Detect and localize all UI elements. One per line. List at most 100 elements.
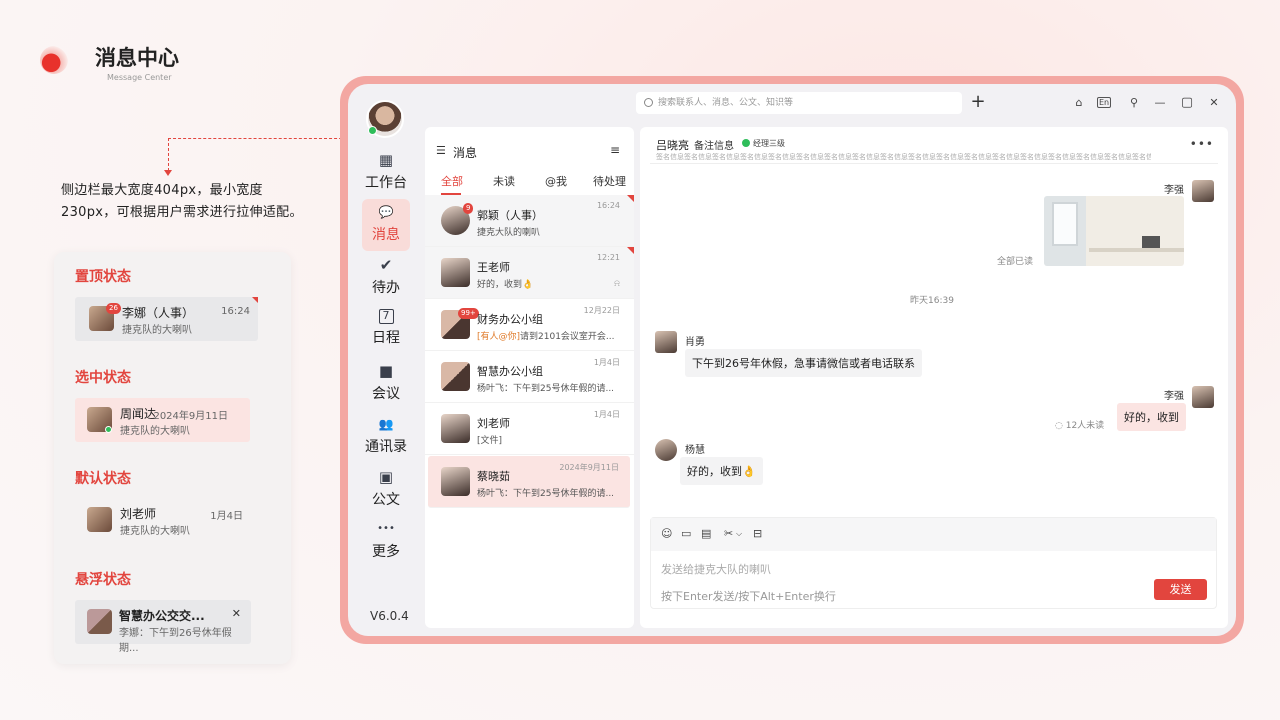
last-message: 捷克队的大喇叭 xyxy=(120,526,190,537)
minimize-icon[interactable]: — xyxy=(1151,94,1169,112)
list-item[interactable]: 99+ 财务办公小组 [有人@你]请到2101会议室开会... 12月22日 xyxy=(425,299,634,351)
search-placeholder: 搜索联系人、消息、公文、知识等 xyxy=(658,98,794,108)
state-item-selected[interactable]: 周闻达 捷克队的大喇叭 2024年9月11日 xyxy=(75,398,250,442)
video-icon: ■ xyxy=(378,362,394,380)
nav-messages[interactable]: 💬 消息 xyxy=(362,199,410,251)
list-item[interactable]: 9 郭颖（人事） 捷克大队的喇叭 16:24 xyxy=(425,195,634,247)
more-icon[interactable]: ••• xyxy=(1190,137,1214,151)
message-time: 16:24 xyxy=(596,201,620,210)
list-item[interactable]: 智慧办公小组 杨叶飞：下午到25号休年假的请... 1月4日 xyxy=(425,351,634,403)
list-item[interactable]: 王老师 好的，收到👌 12:21 ⍾ xyxy=(425,247,634,299)
last-message: [有人@你]请到2101会议室开会... xyxy=(477,329,615,342)
state-item-default[interactable]: 刘老师 捷克队的大喇叭 1月4日 xyxy=(75,498,250,542)
online-dot xyxy=(368,126,377,135)
conversation-list: ☰ 消息 ≡ 全部 未读 @我 待处理 9 郭颖（人事） 捷克大队的喇叭 16:… xyxy=(425,127,634,628)
message-time: 12月22日 xyxy=(583,306,620,315)
tab-all[interactable]: 全部 xyxy=(441,173,463,189)
list-title: 消息 xyxy=(453,146,478,160)
nav-label: 会议 xyxy=(372,386,400,402)
close-icon[interactable]: ✕ xyxy=(232,607,241,620)
chat-history-icon[interactable]: ▤ xyxy=(701,527,711,540)
emoji-icon[interactable]: ☺ xyxy=(661,527,672,540)
last-message: 杨叶飞：下午到25号休年假的请... xyxy=(477,384,615,394)
mute-icon: ⍾ xyxy=(614,279,620,289)
nav-more[interactable]: ••• 更多 xyxy=(362,516,410,568)
nav-label: 消息 xyxy=(372,227,400,243)
nav-label: 通讯录 xyxy=(365,439,407,455)
nav-todo[interactable]: ✔ 待办 xyxy=(362,252,410,304)
list-tabs: 全部 未读 @我 待处理 xyxy=(425,173,634,195)
scissors-icon[interactable]: ✂ xyxy=(724,527,733,540)
menu-icon[interactable]: ☰ xyxy=(436,144,446,157)
nav-workbench[interactable]: ▦ 工作台 xyxy=(362,147,410,199)
photo-window xyxy=(1052,202,1078,246)
chevron-down-icon[interactable]: ⌵ xyxy=(736,529,742,539)
message-text: 请到2101会议室开会... xyxy=(520,332,615,342)
home-icon[interactable]: ⌂ xyxy=(1070,94,1088,112)
search-input[interactable]: 搜索联系人、消息、公文、知识等 xyxy=(636,92,962,114)
pin-icon[interactable]: ⚲ xyxy=(1125,94,1143,112)
list-item[interactable]: 刘老师 [文件] 1月4日 xyxy=(425,403,634,455)
message-timestamp: 昨天16:39 xyxy=(910,296,954,306)
maximize-icon[interactable]: ▢ xyxy=(1178,94,1196,112)
sender-name: 杨慧 xyxy=(685,445,705,456)
list-options-icon[interactable]: ≡ xyxy=(610,143,620,157)
folder-icon[interactable]: ▭ xyxy=(681,527,691,540)
add-button[interactable]: + xyxy=(968,91,988,113)
group-avatar xyxy=(441,362,470,391)
last-message: [文件] xyxy=(477,436,503,446)
check-icon: ✔ xyxy=(379,256,393,274)
annotation-note: 侧边栏最大宽度404px，最小宽度230px，可根据用户需求进行拉伸适配。 xyxy=(61,183,303,220)
avatar xyxy=(441,258,470,287)
nav-contacts[interactable]: 👥 通讯录 xyxy=(362,411,410,463)
unread-badge: 99+ xyxy=(458,308,479,319)
message-icon: 💬 xyxy=(378,205,394,219)
state-item-hover[interactable]: 智慧办公交交... 李娜：下午到26号休年假期... ✕ xyxy=(75,600,251,654)
last-message: 杨叶飞：下午到25号休年假的请... xyxy=(477,489,615,499)
message-input[interactable]: 发送给捷克大队的喇叭 xyxy=(661,561,771,577)
avatar xyxy=(655,439,677,461)
mention-tag: [有人@你] xyxy=(477,332,521,342)
annotation-line-vertical xyxy=(168,138,169,171)
photo-monitor xyxy=(1142,236,1160,248)
last-message: 捷克大队的喇叭 xyxy=(477,228,541,238)
avatar xyxy=(655,331,677,353)
last-message: 李娜：下午到26号休年假期... xyxy=(119,628,232,654)
message-bubble[interactable]: 好的，收到 xyxy=(1117,403,1186,431)
avatar xyxy=(87,507,112,532)
pinned-corner xyxy=(627,247,634,254)
avatar xyxy=(441,467,470,496)
lang-icon[interactable]: En xyxy=(1097,97,1111,108)
chat-contact-name: 吕晓亮 xyxy=(656,139,689,152)
last-message: 捷克队的大喇叭 xyxy=(120,426,190,437)
avatar xyxy=(1192,386,1214,408)
photo-desk xyxy=(1089,248,1184,252)
tab-pending[interactable]: 待处理 xyxy=(593,173,626,189)
states-card: 置顶状态 26 李娜（人事） 捷克队的大喇叭 16:24 选中状态 周闻达 捷克… xyxy=(54,252,291,664)
nav-documents[interactable]: ▣ 公文 xyxy=(362,464,410,516)
state-title-hover: 悬浮状态 xyxy=(75,572,131,588)
message-time: 2024年9月11日 xyxy=(153,411,228,422)
message-time: 1月4日 xyxy=(593,358,620,367)
sender-name: 肖勇 xyxy=(685,337,705,348)
tab-unread[interactable]: 未读 xyxy=(493,173,515,189)
briefcase-icon[interactable]: ⊟ xyxy=(753,527,762,540)
close-icon[interactable]: ✕ xyxy=(1205,94,1223,112)
nav-schedule[interactable]: 7 日程 xyxy=(362,305,410,357)
state-item-pinned[interactable]: 26 李娜（人事） 捷克队的大喇叭 16:24 xyxy=(75,297,258,341)
image-message[interactable] xyxy=(1044,196,1184,266)
sender-name: 李强 xyxy=(1164,185,1184,196)
contact-name: 刘老师 xyxy=(120,507,157,521)
app-window: 搜索联系人、消息、公文、知识等 + ⌂ En ⚲ — ▢ ✕ ▦ 工作台 💬 消… xyxy=(348,84,1236,636)
list-item-selected[interactable]: 蔡晓茹 杨叶飞：下午到25号休年假的请... 2024年9月11日 xyxy=(428,456,630,508)
send-button[interactable]: 发送 xyxy=(1154,579,1207,600)
nav-meeting[interactable]: ■ 会议 xyxy=(362,358,410,410)
message-bubble[interactable]: 下午到26号年休假，急事请微信或者电话联系 xyxy=(685,349,922,377)
tab-mentions[interactable]: @我 xyxy=(545,173,567,189)
calendar-icon: 7 xyxy=(378,309,394,324)
chat-remark[interactable]: 备注信息 xyxy=(694,137,734,152)
contact-name: 蔡晓茹 xyxy=(477,470,510,483)
unread-badge: 26 xyxy=(106,303,121,314)
grid-icon: ▦ xyxy=(378,151,394,169)
message-bubble[interactable]: 好的，收到👌 xyxy=(680,457,763,485)
